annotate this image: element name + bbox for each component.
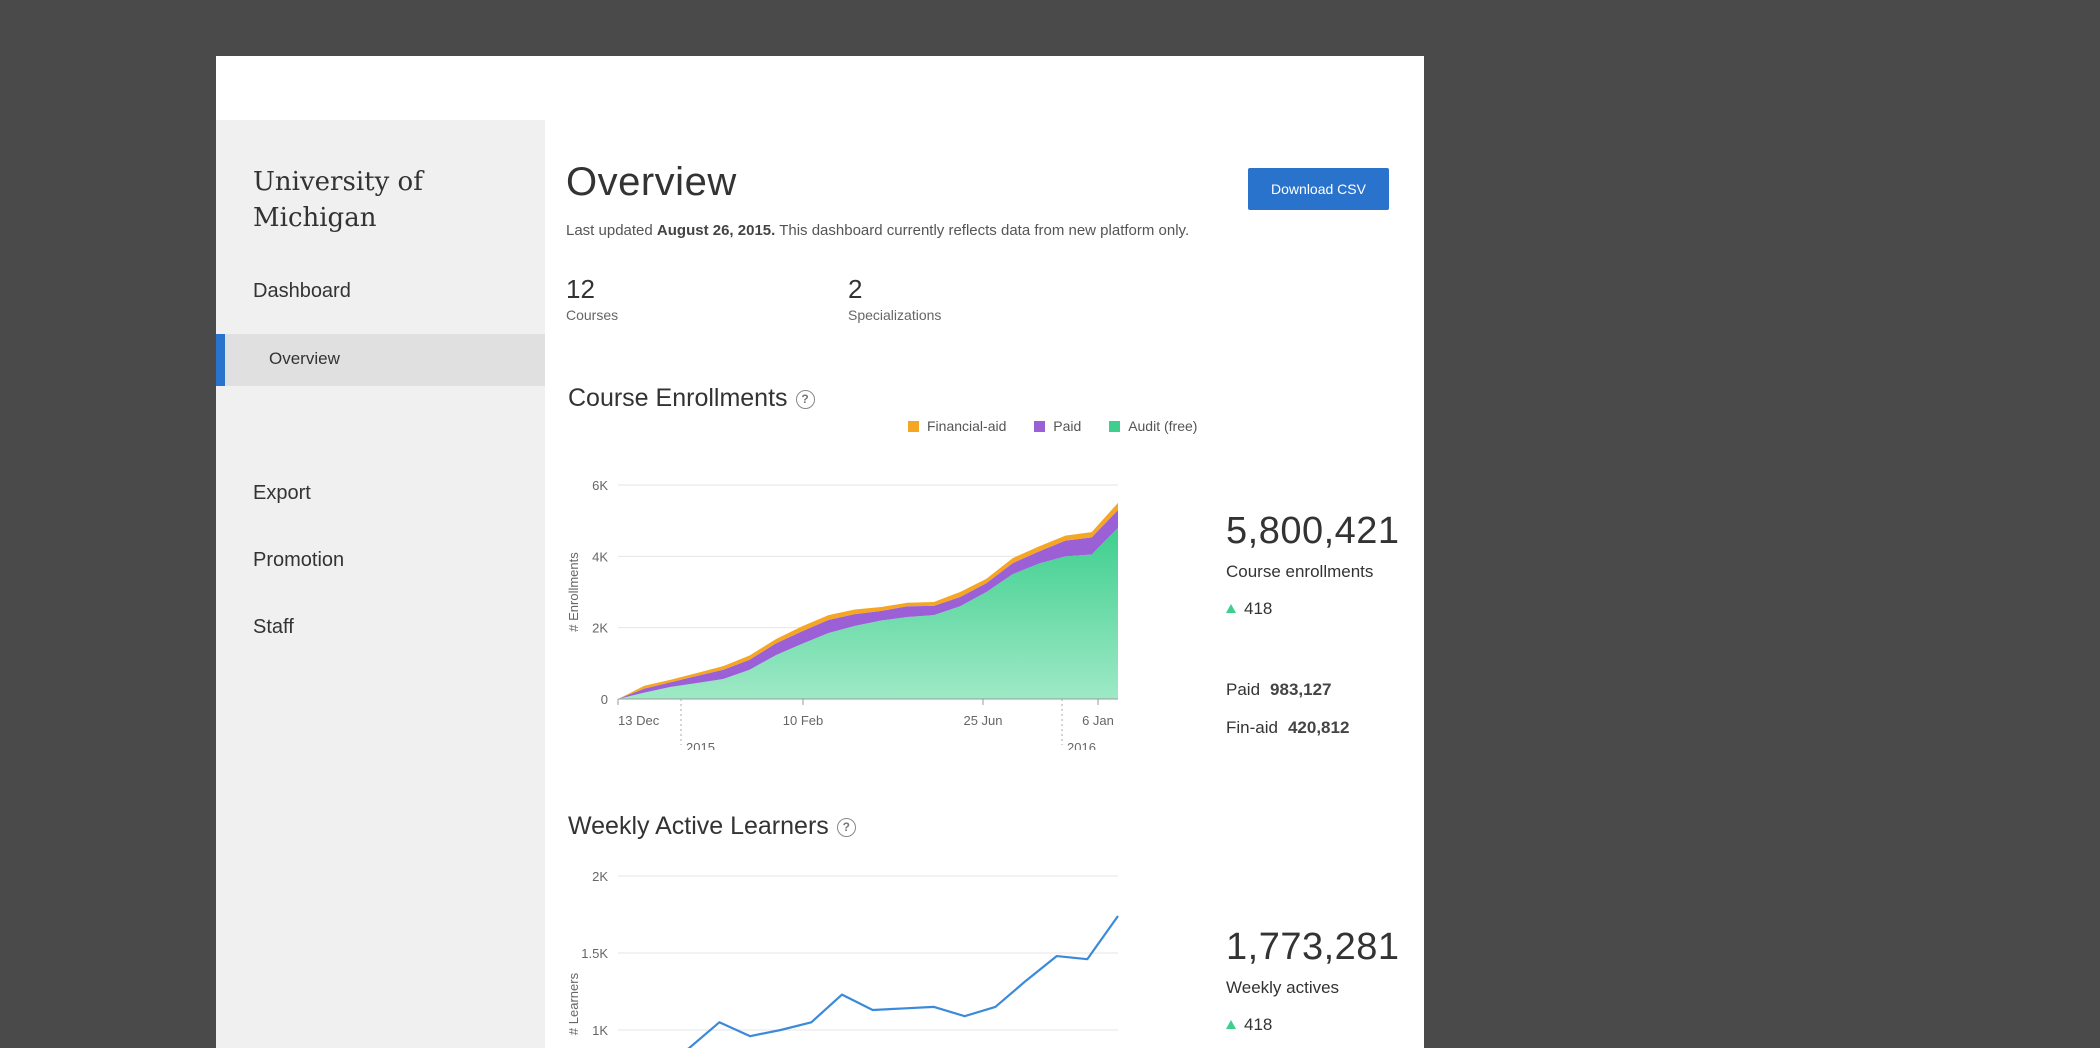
dashboard-card: University of Michigan Dashboard Overvie… [216,56,1424,1048]
main-content: Overview Last updated August 26, 2015. T… [566,120,1424,1048]
up-arrow-icon [1226,1020,1236,1029]
legend-label: Paid [1053,418,1082,434]
nav-export[interactable]: Export [253,482,311,505]
y-tick-label: 1.5K [581,946,608,961]
enrollments-delta-value: 418 [1244,599,1273,618]
y-axis-label: # Learners [566,972,581,1035]
paid-label: Paid [1226,680,1261,699]
year-label: 2015 [686,740,715,750]
nav-promotion[interactable]: Promotion [253,549,344,572]
y-tick-label: 0 [601,692,608,707]
active-indicator [216,334,225,386]
stat-specializations-label: Specializations [848,307,942,323]
updated-prefix: Last updated [566,222,657,239]
enrollments-delta: 418 [1226,599,1272,619]
stat-courses-label: Courses [566,307,619,323]
org-name: University of Michigan [253,167,423,233]
y-tick-label: 6K [592,478,608,493]
y-tick-label: 1K [592,1023,608,1038]
legend-swatch [1034,421,1046,432]
nav-overview[interactable]: Overview [216,334,545,386]
stat-specializations-value: 2 [848,274,863,304]
enrollments-title-text: Course Enrollments [568,384,788,412]
enrollments-legend: Financial-aid Paid Audit (free) [908,418,1221,434]
learners-delta-value: 418 [1244,1015,1273,1034]
x-tick-label: 25 Jun [963,713,1002,728]
learners-total-label: Weekly actives [1226,978,1340,997]
year-label: 2016 [1067,740,1096,750]
paid-stat: Paid 983,127 [1226,680,1331,700]
finaid-value: 420,812 [1287,718,1350,737]
legend-swatch [1109,421,1121,432]
learners-chart: 1K 1.5K 2K # Learners [566,869,1119,1048]
enrollments-total: 5,800,421 [1226,510,1400,552]
x-tick-label: 6 Jan [1082,713,1114,728]
stat-courses: 12 Courses [566,274,618,323]
enrollments-total-label: Course enrollments [1226,562,1374,581]
nav-overview-label: Overview [269,349,340,368]
stat-specializations: 2 Specializations [848,274,941,323]
stat-courses-value: 12 [566,274,595,304]
sidebar: University of Michigan Dashboard Overvie… [216,120,545,1048]
y-tick-label: 4K [592,549,608,564]
page-title: Overview [566,160,737,204]
updated-date: August 26, 2015. [656,222,776,239]
legend-item-paid: Paid [1034,418,1081,434]
y-tick-label: 2K [592,869,608,884]
x-tick-label: 13 Dec [618,713,660,728]
up-arrow-icon [1226,604,1236,613]
y-axis-label: # Enrollments [566,552,581,632]
learners-title-text: Weekly Active Learners [568,812,829,840]
nav-dashboard[interactable]: Dashboard [253,280,351,303]
finaid-label: Fin-aid [1226,718,1278,737]
last-updated-text: Last updated August 26, 2015. This dashb… [566,222,1189,239]
download-csv-button[interactable]: Download CSV [1248,168,1389,210]
finaid-stat: Fin-aid 420,812 [1226,718,1349,738]
help-icon[interactable]: ? [836,817,856,837]
legend-label: Financial-aid [927,418,1007,434]
legend-swatch [908,421,919,432]
learners-title: Weekly Active Learners? [568,812,856,841]
x-tick-label: 10 Feb [783,713,823,728]
legend-item-audit: Audit (free) [1109,418,1197,434]
line-series-weekly-actives [687,915,1119,1048]
paid-value: 983,127 [1270,680,1332,699]
legend-label: Audit (free) [1128,418,1198,434]
enrollments-title: Course Enrollments? [568,384,815,413]
y-tick-label: 2K [592,621,608,636]
learners-total: 1,773,281 [1226,926,1400,968]
help-icon[interactable]: ? [795,389,815,409]
updated-suffix: This dashboard currently reflects data f… [775,222,1190,239]
learners-delta: 418 [1226,1015,1272,1035]
legend-item-financial-aid: Financial-aid [908,418,1006,434]
nav-staff[interactable]: Staff [253,616,294,639]
enrollments-chart: 0 2K 4K 6K # Enrollments 13 Dec 10 Feb 25 Jun 6… [566,478,1118,750]
